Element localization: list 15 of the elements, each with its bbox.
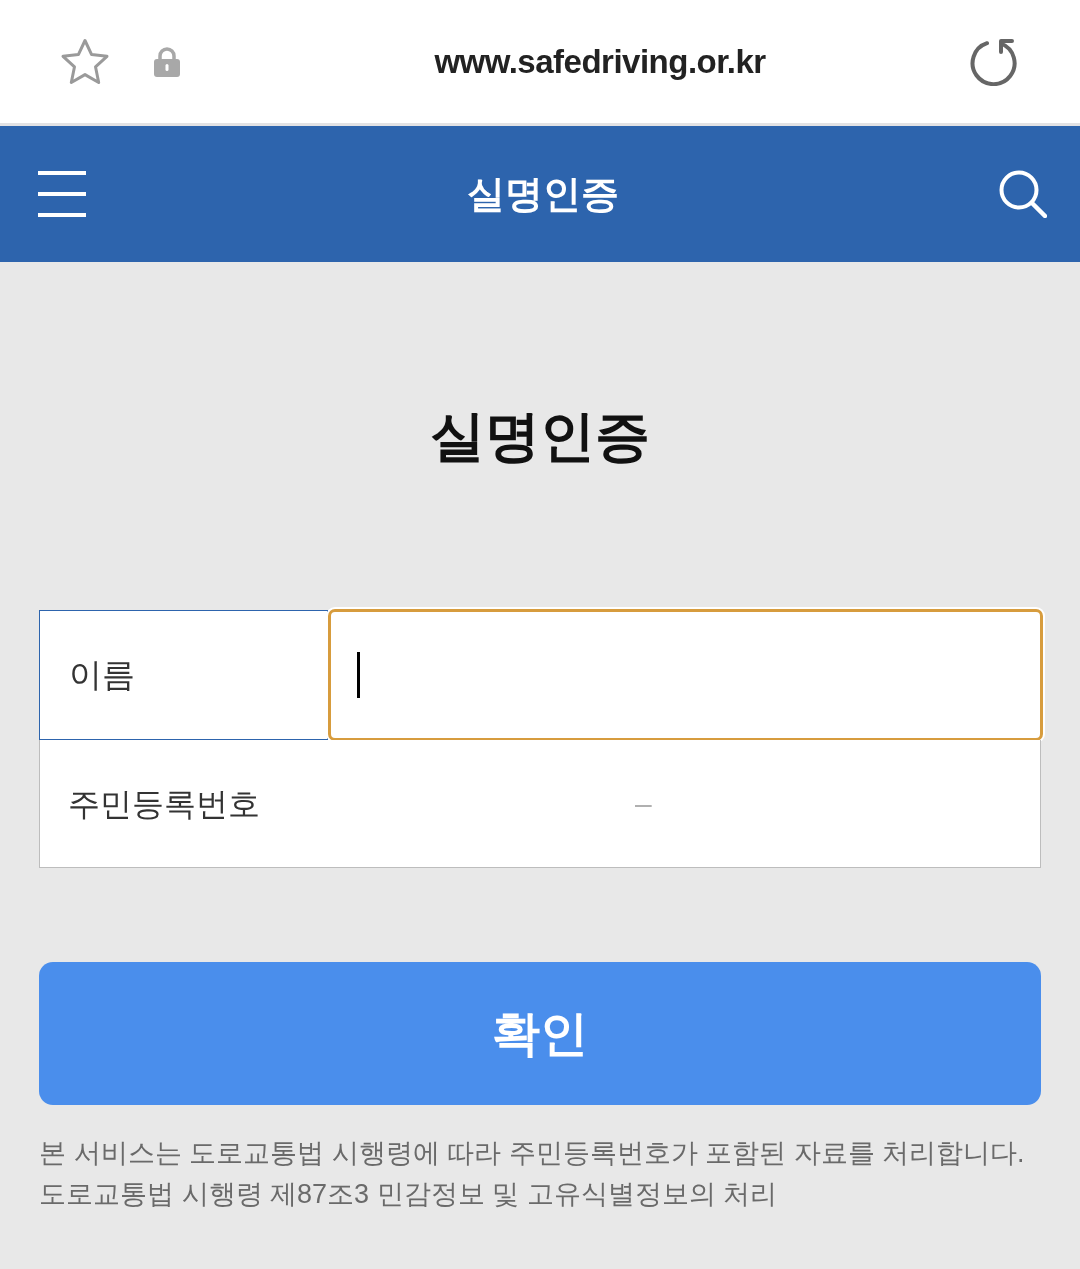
header-title: 실명인증 bbox=[466, 171, 619, 217]
star-icon[interactable] bbox=[60, 37, 110, 86]
search-icon[interactable] bbox=[999, 170, 1047, 218]
lock-icon bbox=[154, 46, 180, 77]
text-cursor-icon bbox=[357, 652, 360, 698]
reload-icon[interactable] bbox=[970, 37, 1018, 86]
notice-text: 도로교통법 시행령 제87조3 민감정보 및 고유식별정보의 처리 bbox=[39, 1178, 779, 1211]
name-input-field[interactable] bbox=[328, 609, 1043, 741]
page-title: 실명인증 bbox=[429, 404, 651, 469]
menu-icon[interactable] bbox=[38, 171, 86, 217]
notice-text: 본 서비스는 도로교통법 시행령에 따라 주민등록번호가 포함된 자료를 처리합니다. bbox=[39, 1137, 1026, 1170]
resident-number-separator: – bbox=[635, 786, 652, 822]
resident-number-label: 주민등록번호 bbox=[67, 784, 261, 824]
url-text[interactable]: www.safedriving.or.kr bbox=[434, 36, 766, 87]
name-label: 이름 bbox=[39, 610, 328, 740]
